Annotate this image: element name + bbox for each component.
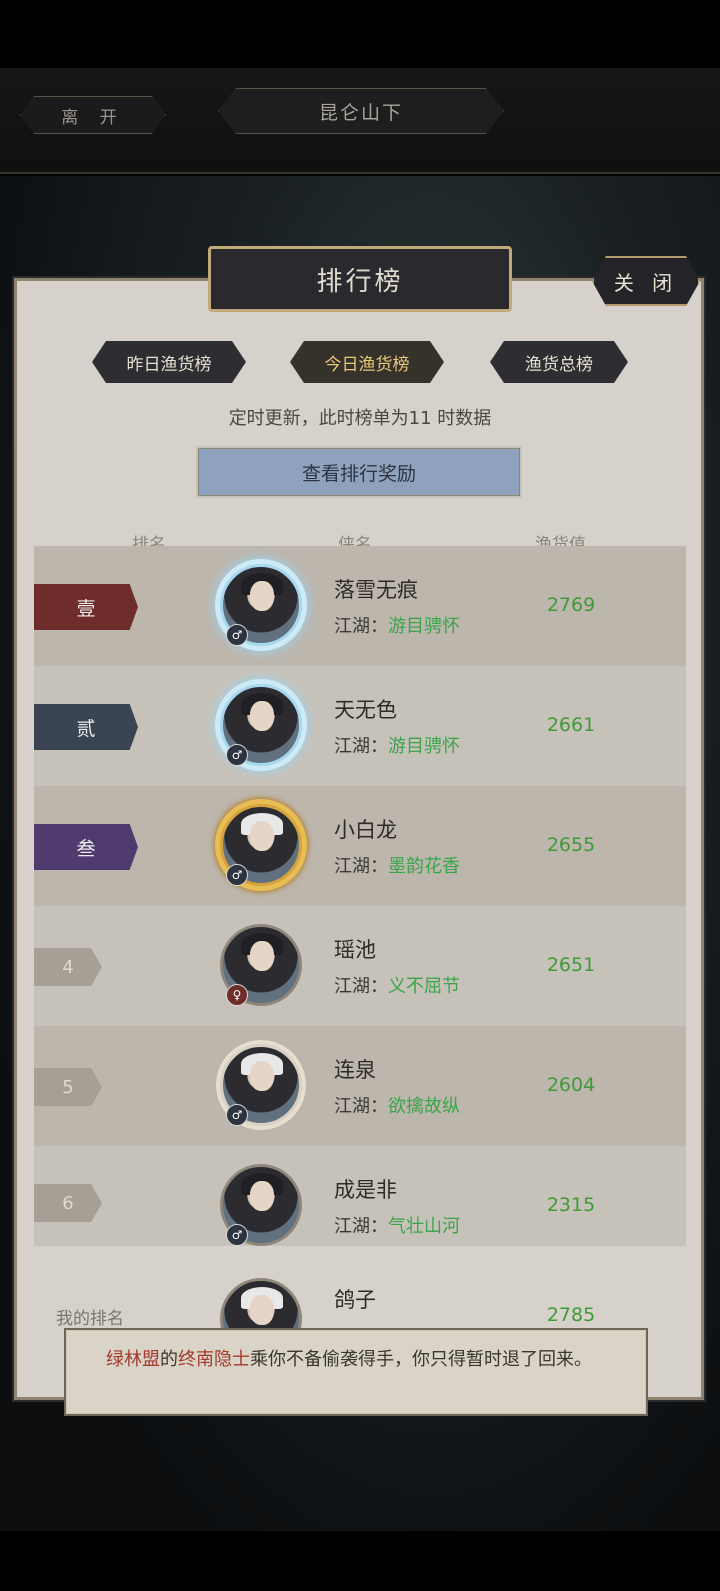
rank-row[interactable]: 壹 ♂ 落雪无痕 江湖：游目骋怀 2769	[34, 546, 686, 666]
rank-badge: 贰	[34, 704, 138, 750]
player-sect: 江湖：墨韵花香	[334, 852, 460, 878]
player-sect: 江湖：欲擒故纵	[334, 1092, 460, 1118]
view-rewards-button[interactable]: 查看排行奖励	[196, 446, 522, 498]
sect-title: 墨韵花香	[388, 856, 460, 877]
player-name: 小白龙	[334, 818, 397, 842]
status-bar	[0, 0, 720, 68]
bottom-bar	[0, 1531, 720, 1591]
player-sect: 江湖：气壮山河	[334, 1212, 460, 1238]
my-score: 2785	[546, 1304, 596, 1326]
sect-prefix: 江湖：	[334, 1096, 388, 1117]
location-title: 昆仑山下	[218, 88, 504, 134]
player-sect: 江湖：游目骋怀	[334, 732, 460, 758]
tab-total-catch[interactable]: 渔货总榜	[490, 341, 628, 383]
panel-title-plate: 排行榜	[208, 246, 512, 312]
enemy-name: 终南隐士	[178, 1349, 250, 1370]
male-gender-icon: ♂	[226, 1224, 248, 1246]
sect-prefix: 江湖：	[334, 856, 388, 877]
catch-score: 2651	[546, 954, 596, 976]
rank-row[interactable]: 贰 ♂ 天无色 江湖：游目骋怀 2661	[34, 666, 686, 786]
sect-title: 气壮山河	[388, 1216, 460, 1237]
rank-badge: 叁	[34, 824, 138, 870]
catch-score: 2661	[546, 714, 596, 736]
male-gender-icon: ♂	[226, 624, 248, 646]
male-gender-icon: ♂	[226, 864, 248, 886]
sect-title: 欲擒故纵	[388, 1096, 460, 1117]
tab-today-catch[interactable]: 今日渔货榜	[290, 341, 444, 383]
close-button[interactable]: 关 闭	[592, 256, 700, 306]
player-name: 落雪无痕	[334, 578, 418, 602]
sect-prefix: 江湖：	[334, 616, 388, 637]
catch-score: 2655	[546, 834, 596, 856]
sect-title: 游目骋怀	[388, 616, 460, 637]
panel-title: 排行榜	[316, 266, 404, 297]
top-bar: 离 开 昆仑山下	[0, 68, 720, 174]
sect-prefix: 江湖：	[334, 736, 388, 757]
catch-score: 2604	[546, 1074, 596, 1096]
sect-prefix: 江湖：	[334, 976, 388, 997]
catch-score: 2769	[546, 594, 596, 616]
rank-row[interactable]: 叁 ♂ 小白龙 江湖：墨韵花香 2655	[34, 786, 686, 906]
female-gender-icon: ♀	[226, 984, 248, 1006]
sect-title: 游目骋怀	[388, 736, 460, 757]
rank-number: 6	[34, 1184, 102, 1222]
player-sect: 江湖：义不屈节	[334, 972, 460, 998]
rank-number: 4	[34, 948, 102, 986]
rank-badge: 壹	[34, 584, 138, 630]
player-name: 瑶池	[334, 938, 376, 962]
rank-number: 5	[34, 1068, 102, 1106]
catch-score: 2315	[546, 1194, 596, 1216]
rank-row[interactable]: 4 ♀ 瑶池 江湖：义不屈节 2651	[34, 906, 686, 1026]
my-rank-label: 我的排名	[56, 1309, 124, 1329]
tab-yesterday-catch[interactable]: 昨日渔货榜	[92, 341, 246, 383]
battle-notification: 绿林盟的终南隐士乘你不备偷袭得手，你只得暂时退了回来。	[64, 1328, 648, 1416]
male-gender-icon: ♂	[226, 1104, 248, 1126]
update-note: 定时更新，此时榜单为11 时数据	[228, 408, 492, 429]
leave-button[interactable]: 离 开	[20, 96, 166, 134]
player-sect: 江湖：游目骋怀	[334, 612, 460, 638]
male-gender-icon: ♂	[226, 744, 248, 766]
player-name: 连泉	[334, 1058, 376, 1082]
my-name: 鸽子	[334, 1288, 376, 1312]
sect-prefix: 江湖：	[334, 1216, 388, 1237]
toast-text: 乘你不备偷袭得手，你只得暂时退了回来。	[250, 1349, 592, 1370]
rank-row[interactable]: 5 ♂ 连泉 江湖：欲擒故纵 2604	[34, 1026, 686, 1146]
player-name: 成是非	[334, 1178, 397, 1202]
sect-title: 义不屈节	[388, 976, 460, 997]
faction-name: 绿林盟	[106, 1349, 160, 1370]
player-name: 天无色	[334, 698, 397, 722]
toast-text: 的	[160, 1349, 178, 1370]
rank-row[interactable]: 6 ♂ 成是非 江湖：气壮山河 2315	[34, 1146, 686, 1246]
